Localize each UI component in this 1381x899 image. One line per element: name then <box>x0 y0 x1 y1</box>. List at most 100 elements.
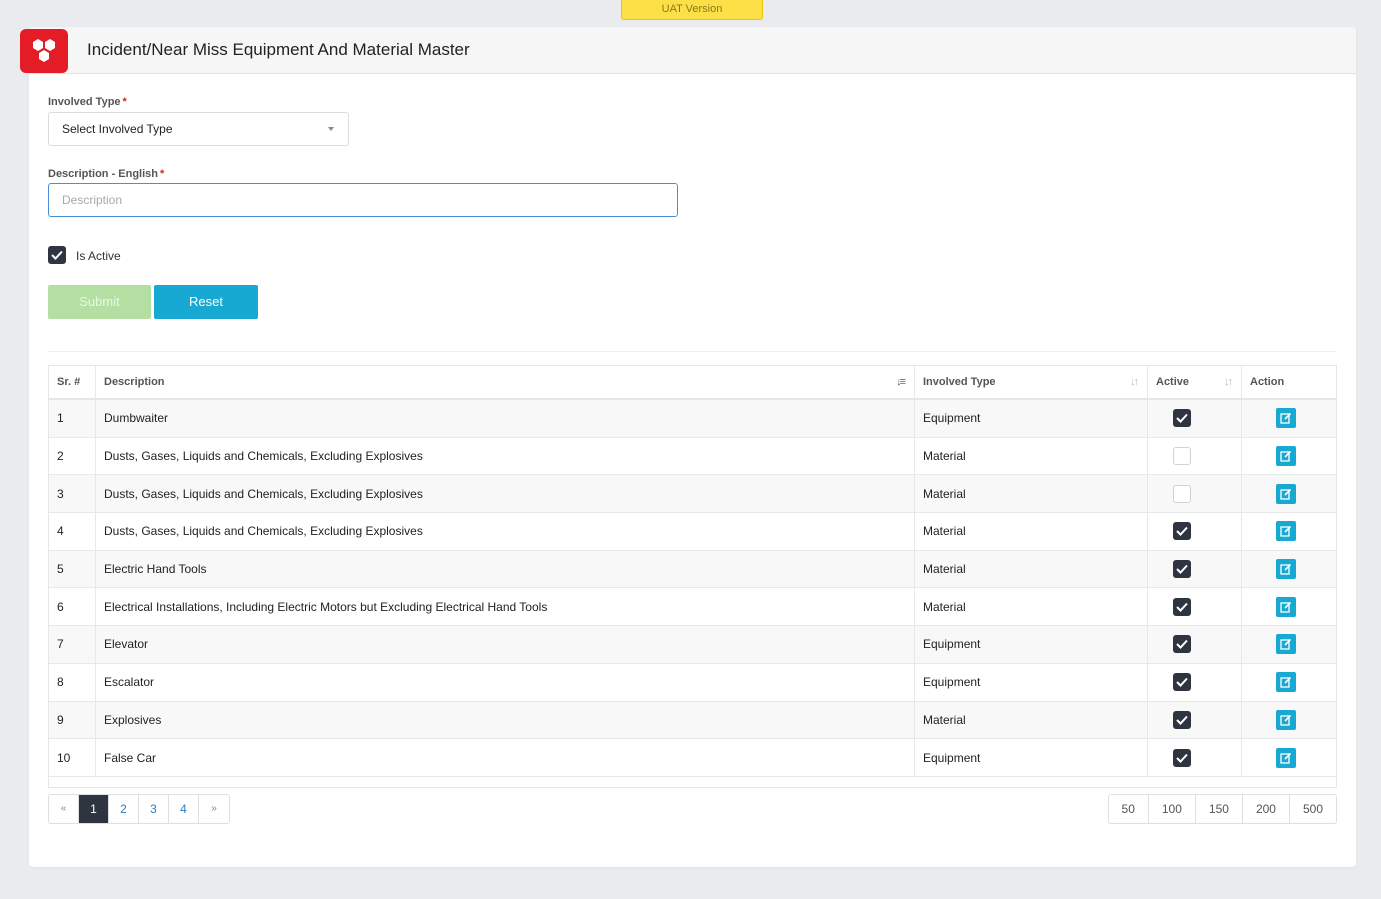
cell-active <box>1148 739 1242 776</box>
edit-button[interactable] <box>1276 521 1296 542</box>
active-checkbox[interactable] <box>1173 635 1191 654</box>
cell-description: Electrical Installations, Including Elec… <box>96 588 915 626</box>
edit-button[interactable] <box>1276 483 1296 504</box>
check-icon <box>1176 640 1188 650</box>
edit-button[interactable] <box>1276 672 1296 693</box>
page-size-500[interactable]: 500 <box>1290 795 1336 823</box>
page-1-button[interactable]: 1 <box>79 795 109 823</box>
cell-action <box>1242 739 1336 776</box>
check-icon <box>1176 414 1188 424</box>
active-checkbox[interactable] <box>1173 560 1191 579</box>
caret-down-icon <box>328 127 334 131</box>
edit-icon <box>1280 450 1292 462</box>
cell-description: Explosives <box>96 701 915 739</box>
cell-action <box>1242 438 1336 475</box>
cell-sr: 1 <box>49 400 96 437</box>
page-2-button[interactable]: 2 <box>109 795 139 823</box>
cell-involved-type: Material <box>915 475 1148 513</box>
pagination: « 1 2 3 4 » <box>48 794 230 824</box>
cell-action <box>1242 702 1336 739</box>
description-input[interactable] <box>48 183 678 217</box>
cell-action <box>1242 664 1336 701</box>
cell-description: Dusts, Gases, Liquids and Chemicals, Exc… <box>96 437 915 475</box>
submit-button[interactable]: Submit <box>48 285 151 319</box>
reset-button[interactable]: Reset <box>154 285 258 319</box>
edit-icon <box>1280 413 1292 424</box>
check-icon <box>1176 527 1188 537</box>
sort-icon[interactable]: ↓↑ <box>1130 376 1139 388</box>
cell-active <box>1148 626 1242 663</box>
sort-icon[interactable]: ↓↑ <box>1224 376 1233 388</box>
page-title: Incident/Near Miss Equipment And Materia… <box>87 40 470 59</box>
table-footer <box>49 776 1336 787</box>
check-icon <box>1176 677 1188 688</box>
edit-button[interactable] <box>1276 559 1296 580</box>
edit-icon <box>1280 526 1292 538</box>
description-label: Description - English * <box>48 168 165 180</box>
page-size-150[interactable]: 150 <box>1196 795 1243 823</box>
edit-icon <box>1280 639 1292 651</box>
cell-involved-type: Equipment <box>915 626 1148 663</box>
cell-action <box>1242 400 1336 437</box>
table-row: 5 Electric Hand Tools Material <box>49 550 1336 589</box>
cell-involved-type: Equipment <box>915 739 1148 776</box>
page-size-50[interactable]: 50 <box>1109 795 1149 823</box>
edit-button[interactable] <box>1276 634 1296 655</box>
active-checkbox[interactable] <box>1173 484 1191 503</box>
active-checkbox[interactable] <box>1173 748 1191 767</box>
header-description[interactable]: Description ↓≡ <box>96 366 915 398</box>
check-icon <box>51 250 63 260</box>
active-checkbox[interactable] <box>1173 673 1191 692</box>
cell-description: Dusts, Gases, Liquids and Chemicals, Exc… <box>96 513 915 550</box>
table-row: 4 Dusts, Gases, Liquids and Chemicals, Ex… <box>49 513 1336 551</box>
edit-icon <box>1280 488 1292 500</box>
table-row: 9 Explosives Material <box>49 701 1336 740</box>
active-checkbox[interactable] <box>1173 522 1191 541</box>
prev-page-button[interactable]: « <box>49 795 79 823</box>
active-checkbox[interactable] <box>1173 710 1191 729</box>
cell-sr: 4 <box>49 513 96 550</box>
cell-active <box>1148 588 1242 626</box>
is-active-checkbox[interactable] <box>48 246 66 264</box>
check-icon <box>1176 602 1188 612</box>
page-3-button[interactable]: 3 <box>139 795 169 823</box>
cell-active <box>1148 663 1242 701</box>
cell-description: False Car <box>96 739 915 776</box>
cell-sr: 2 <box>49 437 96 475</box>
active-checkbox[interactable] <box>1173 409 1191 428</box>
cell-action <box>1242 588 1336 625</box>
sort-icon[interactable]: ↓≡ <box>896 376 906 388</box>
edit-icon <box>1280 752 1292 764</box>
table-row: 7 Elevator Equipment <box>49 626 1336 664</box>
check-icon <box>1176 715 1188 725</box>
page-size-100[interactable]: 100 <box>1149 795 1196 823</box>
edit-button[interactable] <box>1276 709 1296 730</box>
cell-involved-type: Equipment <box>915 400 1148 437</box>
active-checkbox[interactable] <box>1173 447 1191 466</box>
master-card: Incident/Near Miss Equipment And Materia… <box>20 27 1356 867</box>
edit-button[interactable] <box>1276 446 1296 467</box>
next-page-button[interactable]: » <box>199 795 229 823</box>
cell-involved-type: Material <box>915 550 1148 588</box>
table-header: Sr. # Description ↓≡ Involved Type ↓↑ Ac… <box>49 366 1336 400</box>
active-checkbox[interactable] <box>1173 597 1191 616</box>
cell-description: Escalator <box>96 663 915 701</box>
header-sr[interactable]: Sr. # <box>49 366 96 398</box>
page-size-200[interactable]: 200 <box>1243 795 1290 823</box>
cell-sr: 10 <box>49 739 96 776</box>
cell-involved-type: Material <box>915 513 1148 550</box>
cell-active <box>1148 550 1242 588</box>
page-4-button[interactable]: 4 <box>169 795 199 823</box>
cell-active <box>1148 513 1242 550</box>
edit-button[interactable] <box>1276 596 1296 617</box>
header-involved-type[interactable]: Involved Type ↓↑ <box>915 366 1148 398</box>
cell-active <box>1148 701 1242 739</box>
edit-button[interactable] <box>1276 747 1296 768</box>
cell-action <box>1242 475 1336 512</box>
edit-button[interactable] <box>1276 408 1296 429</box>
table-row: 10 False Car Equipment <box>49 739 1336 777</box>
involved-type-select[interactable]: Select Involved Type <box>48 112 349 146</box>
header-active[interactable]: Active ↓↑ <box>1148 366 1242 398</box>
cell-description: Elevator <box>96 626 915 663</box>
involved-type-label: Involved Type * <box>48 96 127 108</box>
